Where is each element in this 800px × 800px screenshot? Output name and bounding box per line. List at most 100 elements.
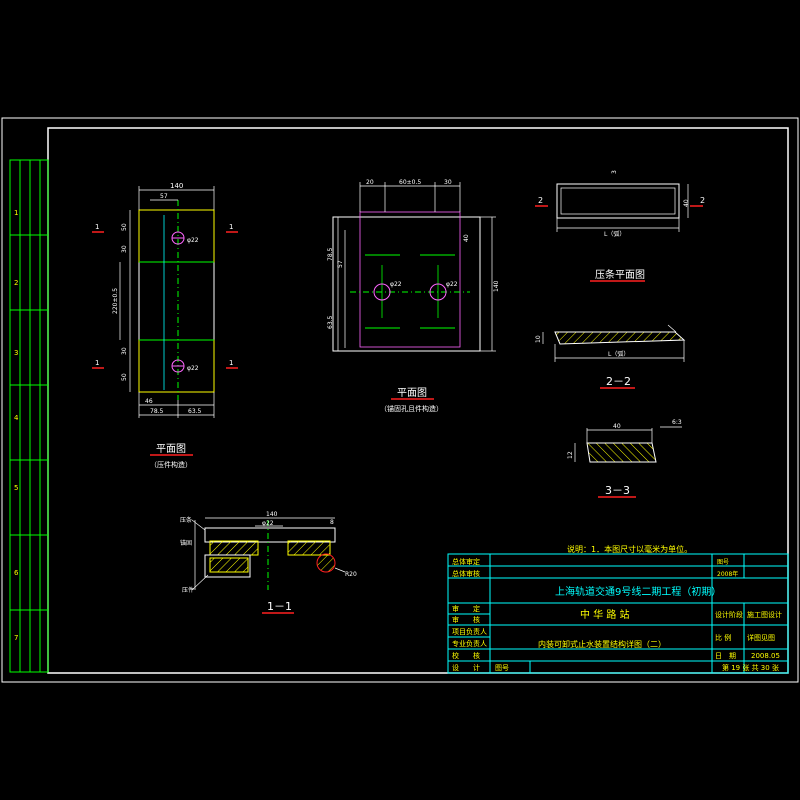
strip-label-5: 5 [14,484,18,492]
plan-anchor-dim-top-right: 30 [444,179,452,186]
plan-anchor-dim-left-mid: 57 [337,260,344,268]
section-3-3-dim-top: 40 [613,423,621,430]
plan-anchor-dim-right-top: 40 [463,234,470,242]
plan-press-section-mark-4: 1 [229,359,233,367]
plan-press-outline [138,209,215,393]
press-strip-plan-view: L（弧） 40 3 2 2 压条平面图 [535,170,705,282]
section-1-1-label-top: 压条 [180,516,192,524]
section-1-1-hatch-left [209,540,259,556]
plan-press-dim-left-span: 220±0.5 [112,288,119,314]
strip-label-7: 7 [14,634,18,642]
tb-design-stage-label: 设计阶段 [715,610,743,619]
tb-drawing-no-value: 2008年 [717,570,738,578]
section-1-1-top-plate [204,527,336,543]
tb-review-row-1: 总体审定 [452,557,480,566]
press-strip-inner [560,187,676,215]
press-strip-title: 压条平面图 [595,268,645,281]
plan-press-dim-left-top: 50 [121,223,128,231]
press-strip-section-mark-left: 2 [538,196,543,205]
section-2-2-profile [554,331,686,345]
section-1-1-dim-top: 140 [266,511,278,518]
tb-role-2: 审 核 [452,615,480,624]
tb-scale-label: 比 例 [715,633,731,642]
tb-role-3: 项目负责人 [452,627,487,636]
plan-press-hole-label-bottom: φ22 [187,365,199,372]
press-strip-section-mark-right: 2 [700,196,705,205]
plan-anchor-outline [332,216,481,352]
strip-label-4: 4 [14,414,19,422]
tb-scale-value: 详图见图 [747,633,775,642]
plan-press-dim-left-mid2: 30 [121,347,128,355]
plan-anchor-hole-label-right: φ22 [446,281,458,288]
tb-date-label: 日 期 [715,652,736,660]
plan-anchor-dim-top-mid: 60±0.5 [399,179,421,186]
plan-press-dim-bottom-right: 63.5 [188,408,202,415]
section-3-3-title: 3－3 [605,484,630,497]
section-2-2-title: 2－2 [606,375,631,388]
tb-project-title: 上海轨道交通9号线二期工程（初期） [555,585,721,598]
tb-station: 中 华 路 站 [580,608,630,621]
section-1-1-dim-inner: φ22 [262,520,274,527]
tb-sheet-no-label: 图号 [495,664,509,672]
plan-anchor-title: 平面图 [397,387,427,399]
section-1-1-hatch-right [287,540,331,556]
strip-label-2: 2 [14,279,18,287]
strip-label-6: 6 [14,569,19,577]
press-strip-dim-width: L（弧） [604,230,625,238]
plan-press-dim-top-width: 140 [170,182,183,190]
tb-sheet-value: 第 19 张 共 30 张 [722,663,779,672]
plan-press-title: 平面图 [156,443,186,455]
section-1-1-anchor-circle [316,553,336,573]
title-block: 总体审定 总体审核 图号 2008年 审 定 审 核 项目负责人 专业负责人 校… [447,553,789,674]
plan-anchor-dim-top-left: 20 [366,179,374,186]
plan-press-section-mark-3: 1 [95,359,99,367]
tb-role-5: 校 核 [452,651,480,660]
plan-press-subtitle: （压件构造） [150,460,192,469]
plan-anchor-dim-left-bottom: 63.5 [327,315,334,329]
section-3-3-profile [586,442,657,463]
section-1-1-view: 140 φ22 8 R20 压条 锚固 压件 1－1 [180,511,357,614]
section-3-3-view: 40 12 6:3 3－3 [567,419,682,498]
section-1-1-lower-hatch [209,557,249,573]
plan-press-dim-left-bottom: 50 [121,373,128,381]
plan-press-dim-left-mid1: 30 [121,245,128,253]
tb-role-1: 审 定 [452,604,480,613]
strip-label-1: 1 [14,209,18,217]
plan-press-upper-block [138,209,215,263]
section-2-2-dim-length: L（弧） [608,350,629,358]
plan-anchor-inner [359,211,461,348]
press-strip-dim-height: 40 [683,199,690,207]
section-2-2-dim-height: 10 [535,335,542,343]
plan-anchor-dim-right-total: 140 [493,280,500,292]
plan-press-view: φ22 φ22 140 57 50 30 220±0.5 30 50 46 78… [92,182,238,469]
plan-anchor-hole-label-left: φ22 [390,281,402,288]
section-3-3-dim-left: 12 [567,451,574,459]
plan-press-hole-label-top: φ22 [187,237,199,244]
tb-drawing-no-label: 图号 [717,559,729,566]
plan-press-dim-bottom-left: 46 [145,398,153,405]
general-note: 说明：1．本图尺寸以毫米为单位。 [567,544,692,554]
tb-role-4: 专业负责人 [452,639,487,648]
tb-review-row-2: 总体审核 [452,569,480,578]
section-1-1-dim-radius: R20 [345,571,357,578]
left-binding-strip: 1 2 3 4 5 6 7 [9,159,49,673]
section-1-1-dim-right: 8 [330,519,334,526]
press-strip-outline [556,183,680,219]
strip-label-3: 3 [14,349,18,357]
section-1-1-title: 1－1 [267,600,292,613]
plan-anchor-subtitle: （锚固孔且件构造） [380,404,443,413]
plan-anchor-dim-left-top: 78.5 [327,247,334,261]
plan-press-section-mark-2: 1 [229,223,233,231]
cad-drawing-canvas: 1 2 3 4 5 6 7 φ22 φ22 140 57 50 30 220±0… [1,117,799,683]
section-2-2-view: L（弧） 10 2－2 [535,324,686,389]
plan-press-section-mark-1: 1 [95,223,99,231]
tb-date-value: 2008.05 [751,652,780,660]
tb-drawing-title: 内装可卸式止水装置结构详图（二） [538,639,666,649]
plan-press-dim-top-inner: 57 [160,193,168,200]
section-1-1-label-mid: 锚固 [180,539,192,547]
press-strip-dim-top: 3 [611,170,618,174]
section-3-3-dim-slope: 6:3 [672,419,682,426]
plan-press-dim-bottom-mid: 78.5 [150,408,164,415]
plan-anchor-view: φ22 φ22 20 60±0.5 30 78.5 57 63.5 40 140… [327,179,500,413]
tb-role-6: 设 计 [452,663,480,672]
